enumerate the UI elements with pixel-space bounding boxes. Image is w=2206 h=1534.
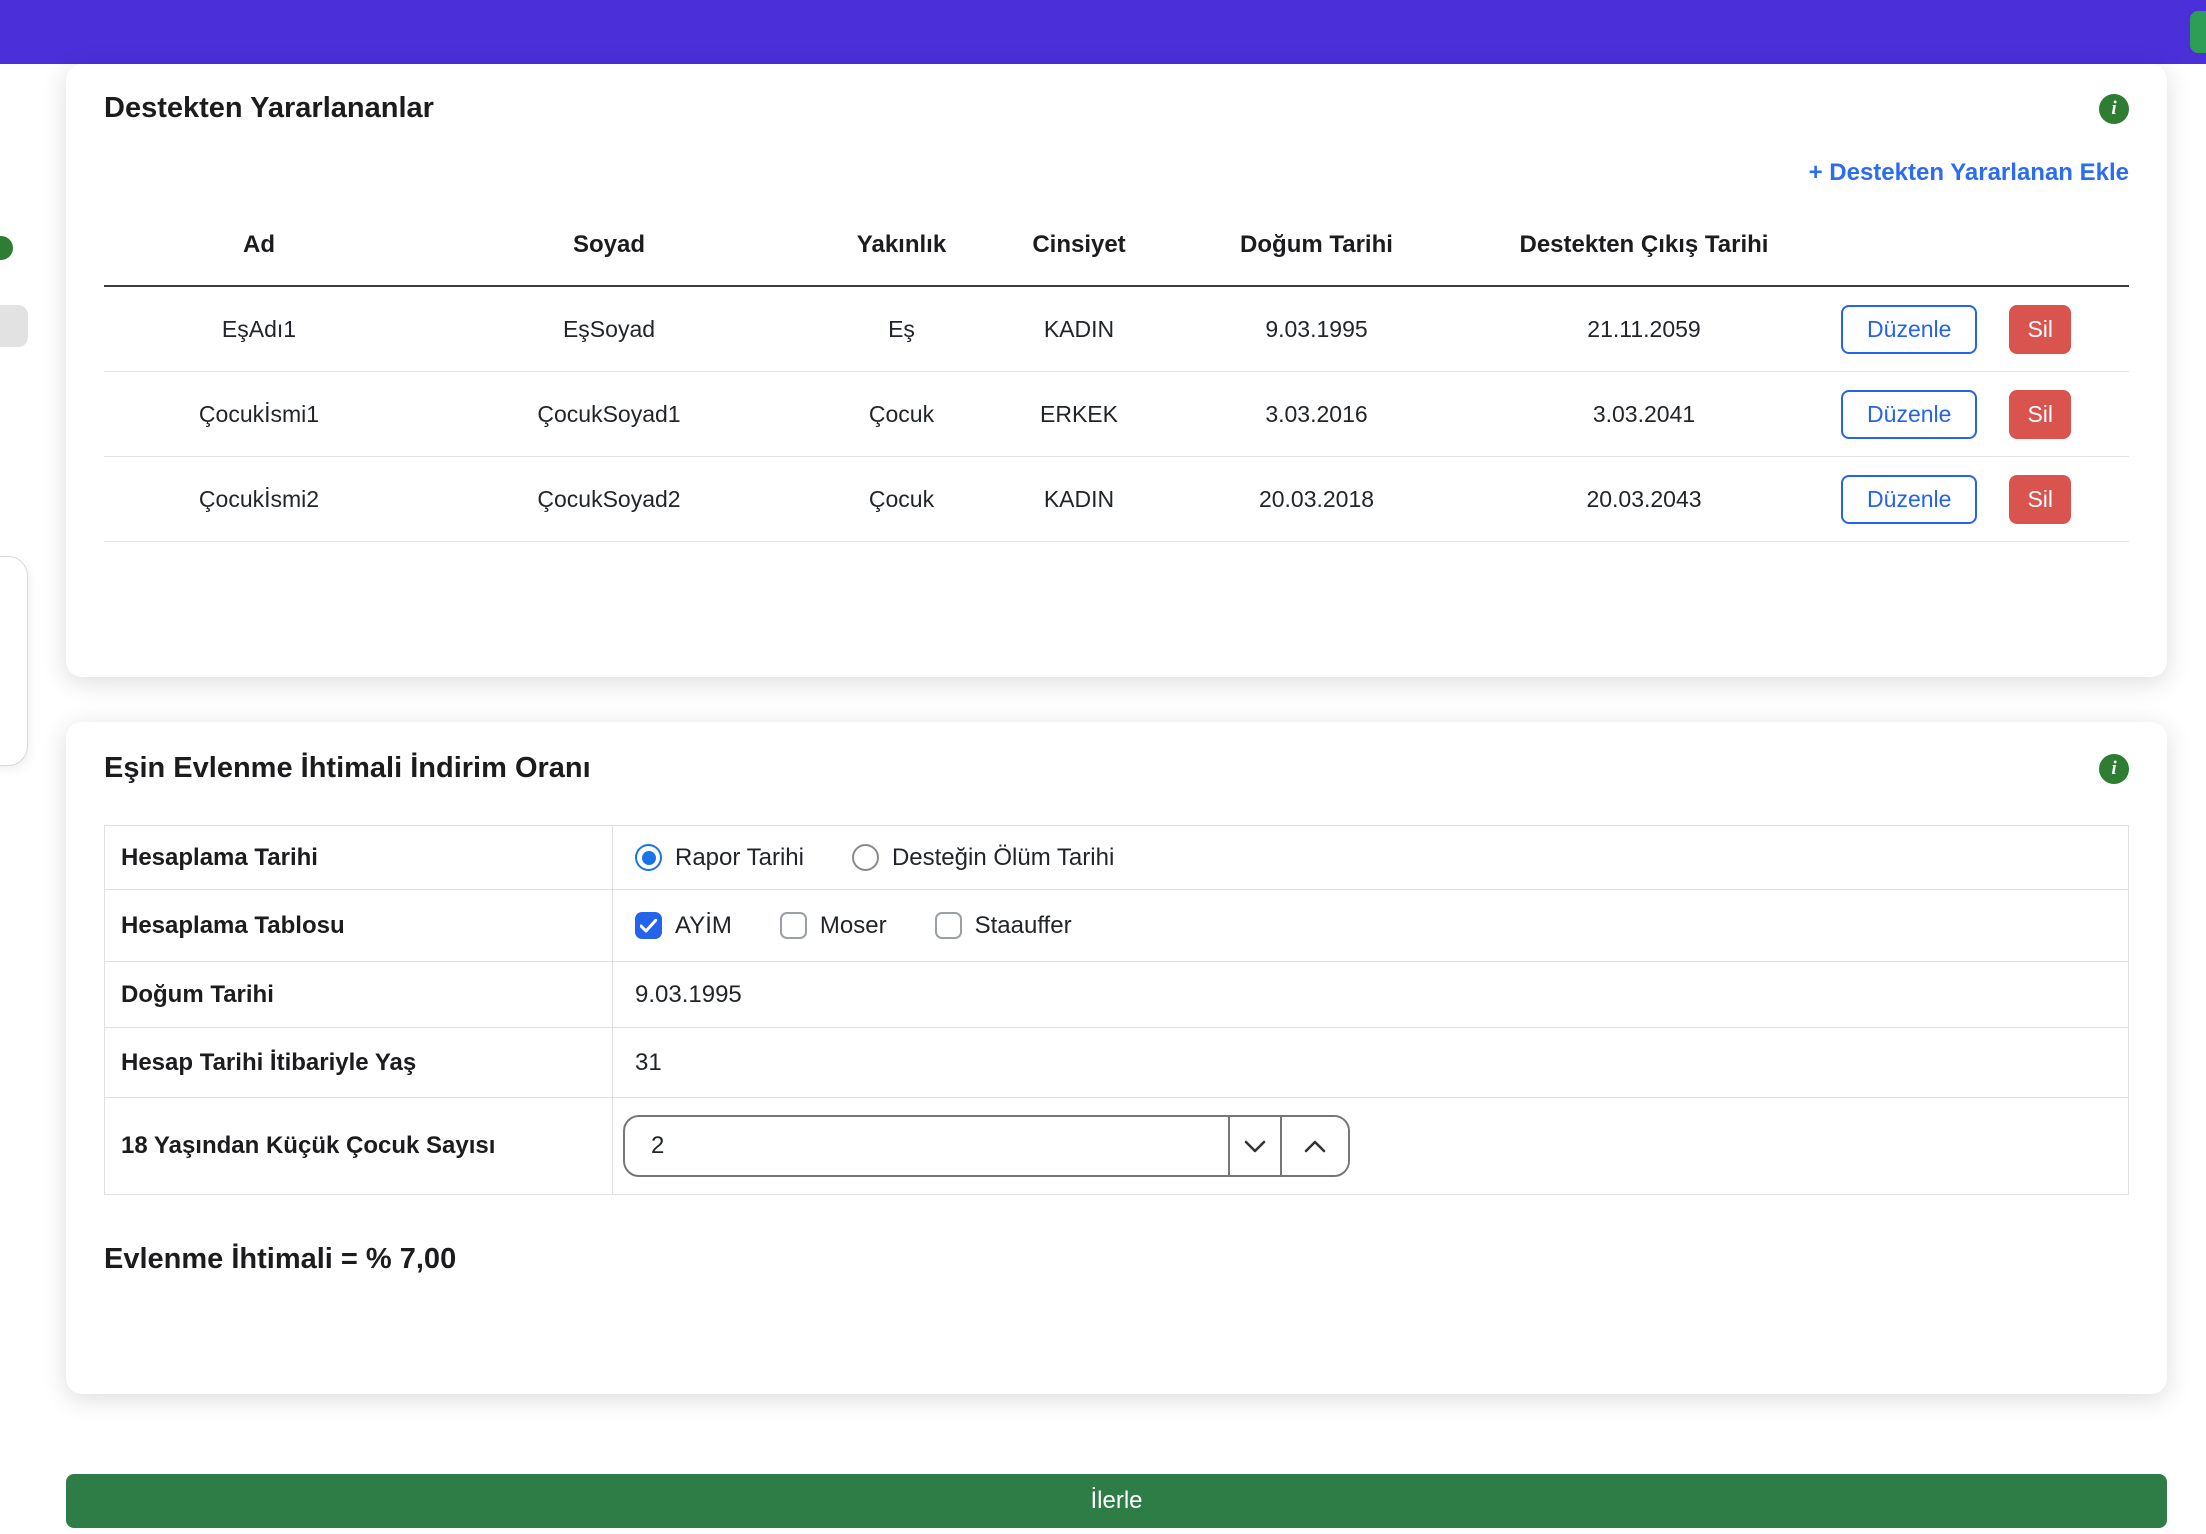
cell-soyad: ÇocukSoyad1 (414, 401, 804, 428)
child-count-row: 18 Yaşından Küçük Çocuk Sayısı chevron-d… (105, 1098, 2128, 1194)
cell-yakinlik: Eş (804, 316, 999, 343)
checkbox-unchecked-icon[interactable] (935, 912, 962, 939)
birth-date-value: 9.03.1995 (613, 962, 2128, 1027)
sidebar-edge-card (0, 556, 28, 766)
cell-ad: EşAdı1 (104, 316, 414, 343)
radio-label: Rapor Tarihi (675, 844, 804, 872)
cell-cikis-tarihi: 21.11.2059 (1474, 316, 1814, 343)
marriage-card-title: Eşin Evlenme İhtimali İndirim Oranı (104, 752, 591, 785)
cell-soyad: EşSoyad (414, 316, 804, 343)
child-count-label: 18 Yaşından Küçük Çocuk Sayısı (105, 1098, 613, 1194)
radio-label: Desteğin Ölüm Tarihi (892, 844, 1114, 872)
table-header-row: Ad Soyad Yakınlık Cinsiyet Doğum Tarihi … (104, 231, 2129, 287)
delete-button[interactable]: Sil (2009, 305, 2071, 354)
radio-option-destegin-olum-tarihi[interactable]: Desteğin Ölüm Tarihi (852, 844, 1114, 872)
birth-date-row: Doğum Tarihi 9.03.1995 (105, 962, 2128, 1028)
calc-date-row: Hesaplama Tarihi Rapor Tarihi Desteğin Ö… (105, 826, 2128, 890)
table-row: Çocukİsmi2 ÇocukSoyad2 Çocuk KADIN 20.03… (104, 457, 2129, 542)
cell-dogum-tarihi: 9.03.1995 (1159, 316, 1474, 343)
column-header-cinsiyet: Cinsiyet (999, 231, 1159, 259)
info-icon[interactable]: i (2099, 94, 2129, 124)
sidebar-collapsed-tab[interactable] (0, 305, 28, 347)
age-value: 31 (613, 1028, 2128, 1097)
cell-dogum-tarihi: 20.03.2018 (1159, 486, 1474, 513)
checkbox-option-staauffer[interactable]: Staauffer (935, 912, 1072, 940)
column-header-dogum-tarihi: Doğum Tarihi (1159, 231, 1474, 259)
cell-ad: Çocukİsmi1 (104, 401, 414, 428)
cell-ad: Çocukİsmi2 (104, 486, 414, 513)
edit-button[interactable]: Düzenle (1841, 475, 1977, 524)
stepper-decrement-button[interactable]: chevron-down-icon (1230, 1117, 1280, 1175)
cell-dogum-tarihi: 3.03.2016 (1159, 401, 1474, 428)
child-count-input[interactable] (625, 1117, 1228, 1175)
beneficiaries-card: Destekten Yararlananlar i + Destekten Ya… (66, 64, 2167, 677)
column-header-ad: Ad (104, 231, 414, 259)
cell-soyad: ÇocukSoyad2 (414, 486, 804, 513)
birth-date-label: Doğum Tarihi (105, 962, 613, 1027)
checkbox-checked-icon[interactable] (635, 912, 662, 939)
marriage-probability-result: Evlenme İhtimali = % 7,00 (104, 1243, 2129, 1276)
main-content: Destekten Yararlananlar i + Destekten Ya… (66, 64, 2167, 1528)
table-row: Çocukİsmi1 ÇocukSoyad1 Çocuk ERKEK 3.03.… (104, 372, 2129, 457)
column-header-cikis-tarihi: Destekten Çıkış Tarihi (1474, 231, 1814, 259)
checkbox-label: Staauffer (975, 912, 1072, 940)
sidebar-status-dot (0, 236, 13, 260)
stepper-increment-button[interactable]: chevron-up-icon (1282, 1117, 1348, 1175)
beneficiaries-title: Destekten Yararlananlar (104, 92, 434, 125)
cell-yakinlik: Çocuk (804, 486, 999, 513)
checkbox-option-moser[interactable]: Moser (780, 912, 887, 940)
marriage-probability-card: Eşin Evlenme İhtimali İndirim Oranı i He… (66, 722, 2167, 1394)
age-label: Hesap Tarihi İtibariyle Yaş (105, 1028, 613, 1097)
cell-cikis-tarihi: 20.03.2043 (1474, 486, 1814, 513)
checkbox-label: AYİM (675, 912, 732, 940)
column-header-soyad: Soyad (414, 231, 804, 259)
next-step-button[interactable]: İlerle (66, 1474, 2167, 1528)
navbar-right-accent (2190, 11, 2206, 53)
cell-cinsiyet: ERKEK (999, 401, 1159, 428)
child-count-stepper: chevron-down-icon chevron-up-icon (623, 1115, 1350, 1177)
cell-cinsiyet: KADIN (999, 486, 1159, 513)
cell-cikis-tarihi: 3.03.2041 (1474, 401, 1814, 428)
edit-button[interactable]: Düzenle (1841, 390, 1977, 439)
table-row: EşAdı1 EşSoyad Eş KADIN 9.03.1995 21.11.… (104, 287, 2129, 372)
calc-date-label: Hesaplama Tarihi (105, 826, 613, 889)
checkbox-label: Moser (820, 912, 887, 940)
column-header-yakinlik: Yakınlık (804, 231, 999, 259)
radio-unselected-icon[interactable] (852, 844, 879, 871)
delete-button[interactable]: Sil (2009, 390, 2071, 439)
delete-button[interactable]: Sil (2009, 475, 2071, 524)
age-row: Hesap Tarihi İtibariyle Yaş 31 (105, 1028, 2128, 1098)
cell-cinsiyet: KADIN (999, 316, 1159, 343)
radio-option-rapor-tarihi[interactable]: Rapor Tarihi (635, 844, 804, 872)
edit-button[interactable]: Düzenle (1841, 305, 1977, 354)
calc-table-label: Hesaplama Tablosu (105, 890, 613, 961)
checkbox-unchecked-icon[interactable] (780, 912, 807, 939)
add-beneficiary-link[interactable]: + Destekten Yararlanan Ekle (1809, 159, 2129, 187)
info-icon[interactable]: i (2099, 754, 2129, 784)
radio-selected-icon[interactable] (635, 844, 662, 871)
beneficiaries-table: Ad Soyad Yakınlık Cinsiyet Doğum Tarihi … (104, 231, 2129, 542)
top-navbar (0, 0, 2206, 64)
calc-table-row: Hesaplama Tablosu AYİM Moser Staa (105, 890, 2128, 962)
cell-yakinlik: Çocuk (804, 401, 999, 428)
marriage-form-table: Hesaplama Tarihi Rapor Tarihi Desteğin Ö… (104, 825, 2129, 1195)
checkbox-option-ayim[interactable]: AYİM (635, 912, 732, 940)
